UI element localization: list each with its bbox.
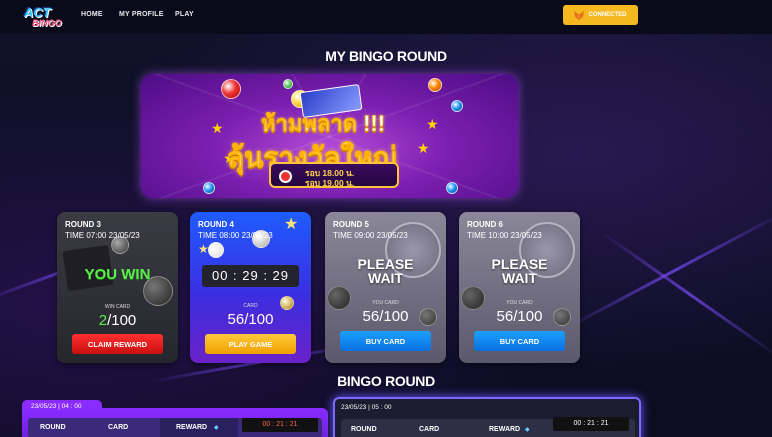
round-title: ROUND 6 bbox=[467, 220, 504, 229]
round-status-please: PLEASE bbox=[357, 256, 414, 272]
star-icon: ★ bbox=[417, 140, 430, 156]
bingo-ball-icon bbox=[451, 100, 463, 112]
card-label: CARD bbox=[243, 303, 258, 309]
star-icon: ★ bbox=[426, 116, 439, 132]
buy-card-button[interactable]: BUY CARD bbox=[340, 331, 431, 351]
star-icon: ★ bbox=[211, 120, 224, 136]
column-header-card: CARD bbox=[108, 424, 129, 431]
play-game-button[interactable]: PLAY GAME bbox=[205, 334, 296, 354]
bingo-ball-icon bbox=[203, 182, 215, 194]
round-status-wait: WAIT bbox=[502, 270, 537, 286]
bingo-round-timer: 00 : 21 : 21 bbox=[242, 418, 318, 432]
wallet-connected-button[interactable]: CONNECTED bbox=[563, 5, 638, 25]
round-status-wait: WAIT bbox=[368, 270, 403, 286]
bingo-ball-icon bbox=[283, 79, 293, 89]
card-count: 56/100 bbox=[227, 311, 274, 328]
my-bingo-round-title: MY BINGO ROUND bbox=[325, 48, 447, 64]
bingo-round-title: BINGO ROUND bbox=[337, 373, 435, 389]
bingo-panel-date: 23/05/23 | 04 : 00 bbox=[31, 403, 82, 410]
banner-time-2: รอบ 19.00 น. bbox=[305, 178, 355, 188]
star-icon: ★ bbox=[284, 216, 299, 233]
column-header-reward: REWARD bbox=[176, 424, 208, 431]
round-title: ROUND 4 bbox=[198, 220, 235, 229]
bingo-ball-icon bbox=[221, 79, 241, 99]
column-header-round: ROUND bbox=[40, 424, 66, 431]
round-title: ROUND 3 bbox=[65, 220, 102, 229]
round-time: TIME 09:00 23/05/23 bbox=[333, 231, 408, 240]
reward-info-icon: ◆ bbox=[214, 425, 219, 431]
bingo-round-panel: ROUND CARD REWARD ◆ 00 : 21 : 21 bbox=[22, 408, 328, 437]
metamask-fox-icon bbox=[574, 10, 585, 20]
round-status-please: PLEASE bbox=[491, 256, 548, 272]
card-label: YOU CARD bbox=[506, 300, 533, 306]
card-label: WIN CARD bbox=[104, 304, 131, 310]
column-header-card: CARD bbox=[419, 426, 440, 433]
bingo-ball-icon bbox=[208, 242, 224, 258]
column-header-round: ROUND bbox=[351, 426, 377, 433]
bingo-ball-icon bbox=[461, 286, 485, 310]
card-label: YOU CARD bbox=[372, 300, 399, 306]
round-card: ROUND 5 TIME 09:00 23/05/23 PLEASE WAIT … bbox=[325, 212, 446, 363]
nav-my-profile-link[interactable]: MY PROFILE bbox=[119, 11, 164, 18]
round-card: ★ ★ ROUND 4 TIME 08:00 23/05/23 00 : 29 … bbox=[190, 212, 311, 363]
card-count: 56/100 bbox=[362, 308, 409, 325]
round-time: TIME 07:00 23/05/23 bbox=[65, 231, 140, 240]
bingo-round-timer: 00 : 21 : 21 bbox=[553, 417, 629, 431]
top-navbar: ACT BINGO HOME MY PROFILE PLAY CONNECTED bbox=[0, 0, 772, 34]
nav-play-link[interactable]: PLAY bbox=[175, 11, 194, 18]
act-bingo-logo[interactable]: ACT BINGO bbox=[22, 3, 66, 31]
claim-reward-button[interactable]: CLAIM REWARD bbox=[72, 334, 163, 354]
card-count: 56/100 bbox=[496, 308, 543, 325]
bingo-panel-date: 23/05/23 | 05 : 00 bbox=[341, 404, 392, 411]
clock-icon bbox=[279, 170, 292, 183]
card-count: 2/100 bbox=[98, 312, 137, 329]
column-header-reward: REWARD bbox=[489, 426, 521, 433]
banner-schedule-ribbon: รอบ 18.00 น. รอบ 19.00 น. bbox=[269, 162, 399, 188]
nav-home-link[interactable]: HOME bbox=[81, 11, 103, 18]
wallet-connected-label: CONNECTED bbox=[588, 12, 627, 18]
buy-card-button[interactable]: BUY CARD bbox=[474, 331, 565, 351]
round-card: ROUND 3 TIME 07:00 23/05/23 YOU WIN WIN … bbox=[57, 212, 178, 363]
round-countdown: 00 : 29 : 29 bbox=[202, 265, 299, 287]
round-time: TIME 08:00 23/05/23 bbox=[198, 231, 273, 240]
bingo-ball-icon bbox=[327, 286, 351, 310]
bingo-round-panel: 23/05/23 | 05 : 00 ROUND CARD REWARD ◆ 0… bbox=[333, 397, 641, 437]
bingo-ball-icon bbox=[428, 78, 442, 92]
bingo-ball-icon bbox=[446, 182, 458, 194]
round-title: ROUND 5 bbox=[333, 220, 370, 229]
promo-banner[interactable]: ★ ★ ★ ★ ห้ามพลาด !!! ลุ้นรางวัลใหญ่ รอบ … bbox=[141, 74, 518, 198]
reward-info-icon: ◆ bbox=[525, 427, 530, 433]
round-status-you-win: YOU WIN bbox=[84, 266, 151, 283]
round-card: ROUND 6 TIME 10:00 23/05/23 PLEASE WAIT … bbox=[459, 212, 580, 363]
round-time: TIME 10:00 23/05/23 bbox=[467, 231, 542, 240]
